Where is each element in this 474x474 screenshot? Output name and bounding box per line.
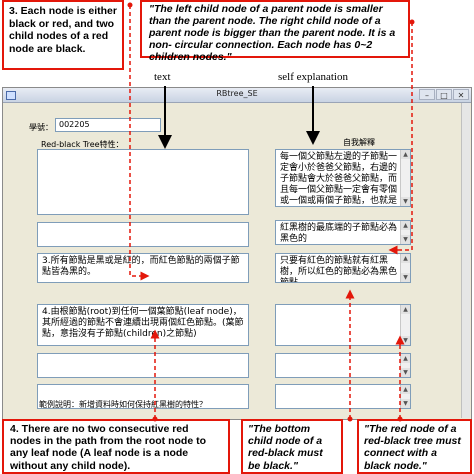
arrow-each-node-color <box>129 5 140 277</box>
arrow-left-right-child <box>398 22 413 251</box>
annotation-arrows <box>127 2 415 422</box>
